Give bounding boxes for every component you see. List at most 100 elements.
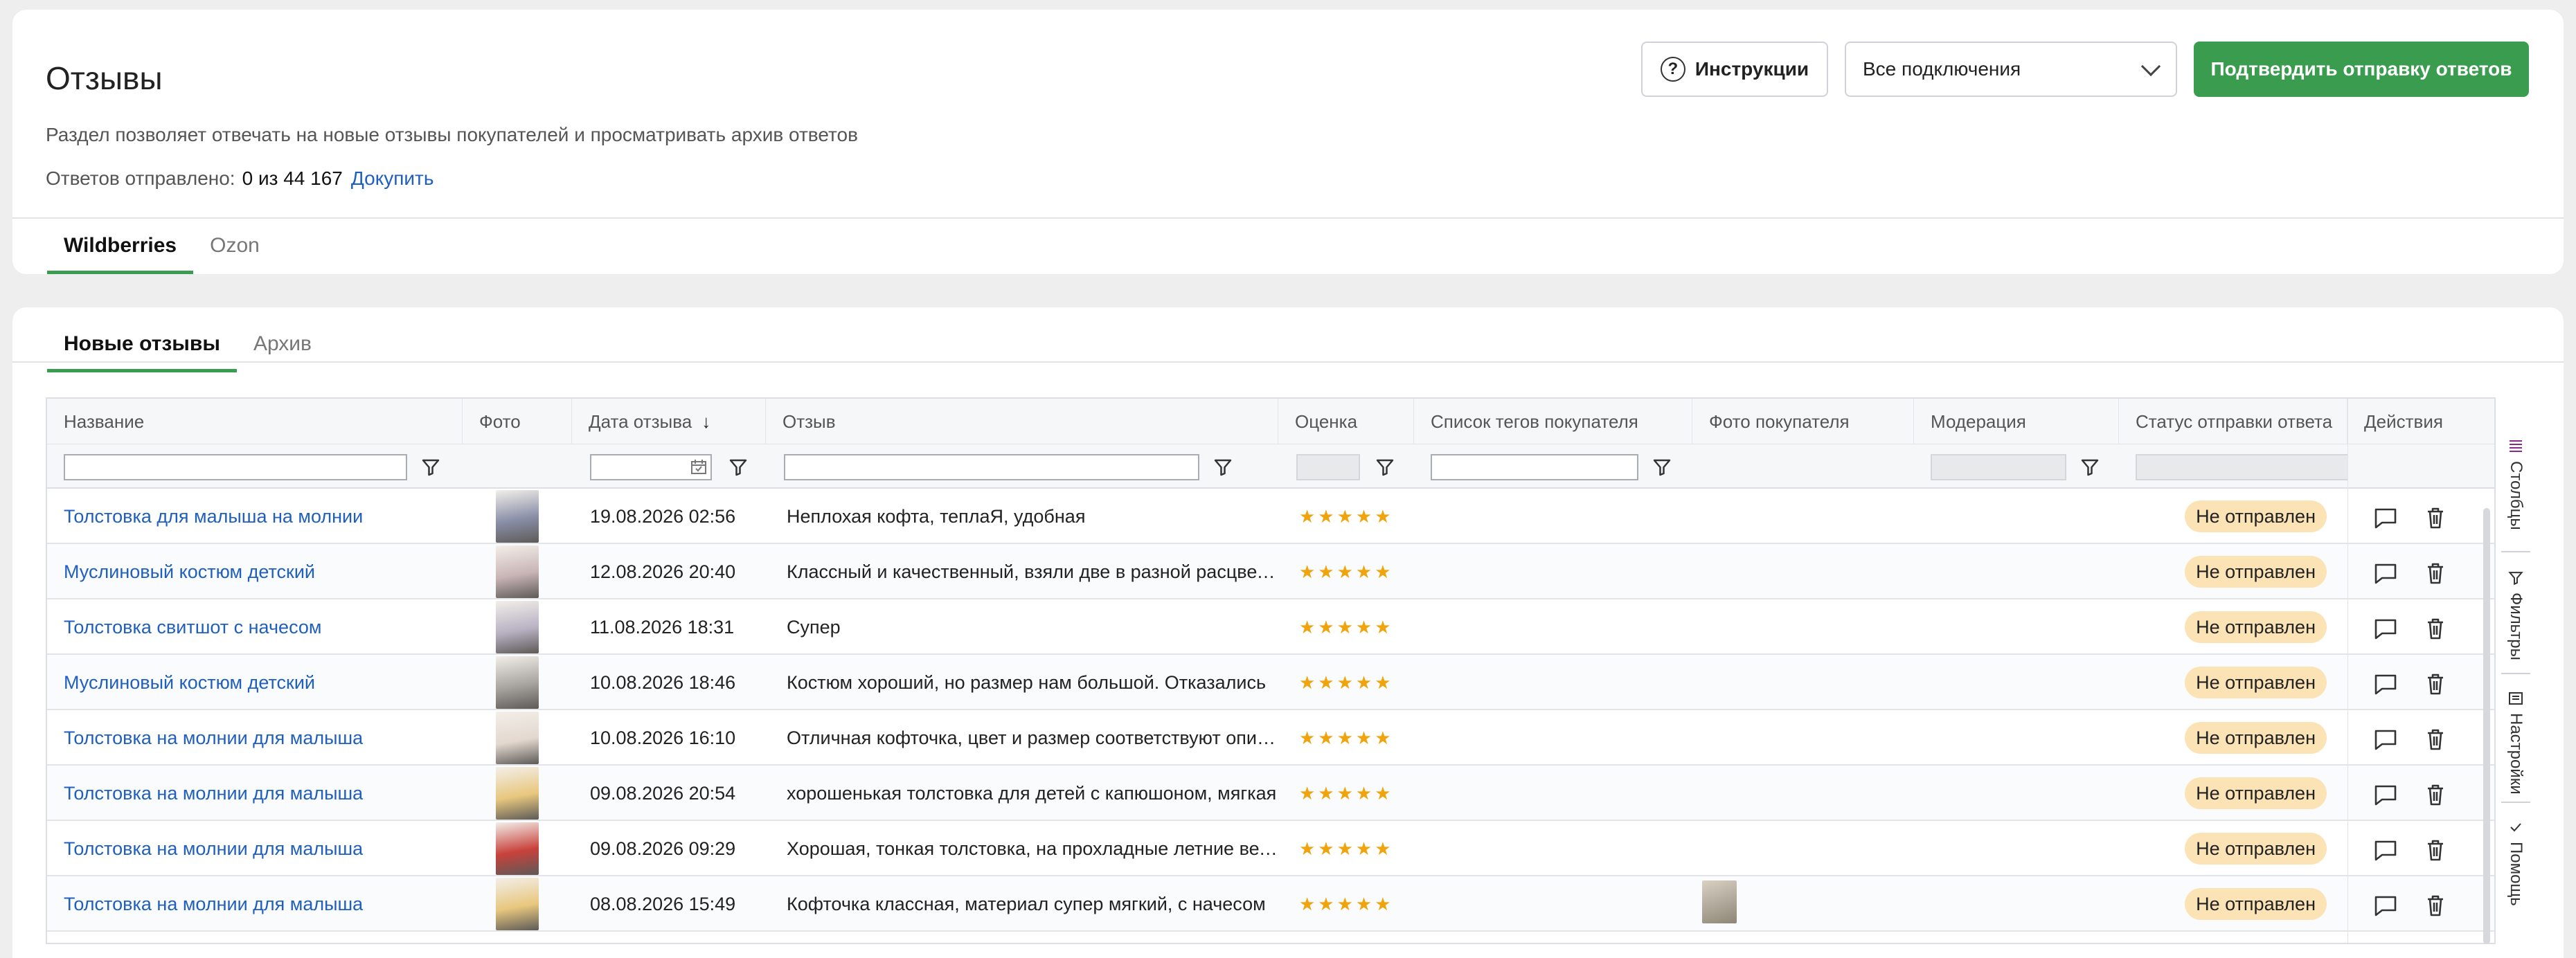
table-row[interactable]: Толстовка на молнии для малыша 09.08.202… [47, 766, 2510, 821]
instructions-button[interactable]: ? Инструкции [1641, 42, 1828, 97]
product-name-link[interactable]: Толстовка для малыша на молнии [64, 489, 451, 544]
status-cell: Не отправлен [2173, 655, 2327, 710]
product-name-link[interactable]: Толстовка на молнии для малыша [64, 876, 451, 932]
tags-filter-input[interactable] [1431, 454, 1638, 480]
product-name-link[interactable]: Толстовка на молнии для малыша [64, 766, 451, 821]
product-photo-thumbnail[interactable] [496, 712, 539, 764]
reply-comment-icon[interactable] [2372, 505, 2399, 530]
rating-stars: ★★★★★ [1299, 727, 1394, 748]
marketplace-tabs: Wildberries Ozon [47, 217, 276, 274]
review-text[interactable]: Кофточка классная, материал супер мягкий… [787, 876, 1278, 932]
actions-cell [2353, 710, 2464, 766]
review-filter-input[interactable] [784, 454, 1199, 480]
column-header-moderation[interactable]: Модерация [1914, 399, 2119, 444]
reply-comment-icon[interactable] [2372, 671, 2399, 696]
product-photo-thumbnail[interactable] [496, 490, 539, 543]
delete-trash-icon[interactable] [2422, 893, 2449, 918]
column-header-tags[interactable]: Список тегов покупателя [1414, 399, 1692, 444]
table-row[interactable]: Толстовка на молнии для малыша 08.08.202… [47, 876, 2510, 932]
product-name-link[interactable]: Толстовка на молнии для малыша [64, 710, 451, 766]
column-header-review[interactable]: Отзыв [766, 399, 1278, 444]
product-photo-thumbnail[interactable] [496, 767, 539, 820]
table-row[interactable]: Муслиновый костюм детский 12.08.2026 20:… [47, 544, 2510, 599]
tab-wildberries[interactable]: Wildberries [47, 217, 194, 274]
product-photo-thumbnail[interactable] [496, 656, 539, 709]
product-name-link[interactable]: Муслиновый костюм детский [64, 544, 451, 599]
moderation-filter-input[interactable] [1931, 454, 2066, 480]
buy-more-link[interactable]: Докупить [351, 168, 434, 189]
column-header-rating[interactable]: Оценка [1278, 399, 1414, 444]
side-panel-columns[interactable]: Столбцы [2496, 439, 2536, 530]
column-header-status[interactable]: Статус отправки ответа [2119, 399, 2347, 444]
status-filter-input[interactable] [2136, 454, 2347, 480]
tab-ozon[interactable]: Ozon [193, 217, 276, 274]
tab-archive[interactable]: Архив [237, 316, 328, 372]
calendar-icon[interactable] [690, 458, 708, 476]
delete-trash-icon[interactable] [2422, 616, 2449, 641]
product-name-link[interactable]: Толстовка на молнии для малыша [64, 821, 451, 876]
tab-new-reviews[interactable]: Новые отзывы [47, 316, 237, 372]
buyer-photo-thumbnail[interactable] [1702, 880, 1737, 923]
connections-select[interactable]: Все подключения [1845, 42, 2177, 97]
product-name-link[interactable]: Толстовка свитшот с начесом [64, 599, 451, 655]
table-row[interactable]: Толстовка на молнии для малыша 09.08.202… [47, 821, 2510, 876]
delete-trash-icon[interactable] [2422, 671, 2449, 696]
product-photo-thumbnail[interactable] [496, 601, 539, 653]
review-text[interactable]: Хорошая, тонкая толстовка, на прохладные… [787, 821, 1278, 876]
table-row[interactable]: Муслиновый костюм детский 10.08.2026 18:… [47, 655, 2510, 710]
product-photo-thumbnail[interactable] [496, 822, 539, 875]
reply-comment-icon[interactable] [2372, 782, 2399, 807]
side-panel-settings-label: Настройки [2507, 713, 2525, 795]
side-panel-help[interactable]: Помощь [2496, 820, 2536, 906]
column-header-buyer-photo[interactable]: Фото покупателя [1692, 399, 1914, 444]
column-divider [2347, 399, 2348, 943]
status-cell: Не отправлен [2173, 710, 2327, 766]
review-text[interactable]: Неплохая кофта, теплаЯ, удобная [787, 489, 1278, 544]
filter-funnel-icon[interactable] [1375, 458, 1395, 476]
review-date: 19.08.2026 02:56 [590, 506, 736, 527]
reply-comment-icon[interactable] [2372, 838, 2399, 862]
filter-funnel-icon[interactable] [421, 458, 440, 476]
status-badge: Не отправлен [2185, 833, 2327, 865]
table-row[interactable]: Толстовка свитшот с начесом 11.08.2026 1… [47, 599, 2510, 655]
filter-funnel-icon[interactable] [728, 458, 748, 476]
delete-trash-icon[interactable] [2422, 561, 2449, 586]
column-header-name[interactable]: Название [47, 399, 463, 444]
column-header-date[interactable]: Дата отзыва ↓ [572, 399, 766, 444]
filter-funnel-icon[interactable] [2080, 458, 2100, 476]
product-photo-thumbnail[interactable] [496, 545, 539, 598]
rating-filter-input[interactable] [1296, 454, 1360, 480]
review-text[interactable]: Супер [787, 599, 1278, 655]
product-photo-thumbnail[interactable] [496, 878, 539, 930]
help-circle-icon: ? [1660, 57, 1685, 82]
vertical-scrollbar[interactable] [2483, 508, 2490, 944]
reply-comment-icon[interactable] [2372, 893, 2399, 918]
side-panel-settings[interactable]: Настройки [2496, 691, 2536, 795]
review-text[interactable]: Костюм хороший, но размер нам большой. О… [787, 655, 1278, 710]
table-row[interactable]: Толстовка для малыша на молнии 19.08.202… [47, 489, 2510, 544]
columns-icon [2510, 440, 2522, 452]
actions-cell [2353, 599, 2464, 655]
filter-funnel-icon[interactable] [1213, 458, 1233, 476]
sent-label: Ответов отправлено: [46, 168, 235, 189]
product-name-link[interactable]: Муслиновый костюм детский [64, 655, 451, 710]
confirm-send-button[interactable]: Подтвердить отправку ответов [2194, 42, 2529, 97]
name-filter-input[interactable] [64, 454, 407, 480]
delete-trash-icon[interactable] [2422, 838, 2449, 862]
filter-funnel-icon[interactable] [1652, 458, 1672, 476]
review-text[interactable]: Отличная кофточка, цвет и размер соответ… [787, 710, 1278, 766]
table-row[interactable]: Толстовка на молнии для малыша 10.08.202… [47, 710, 2510, 766]
date-filter-input[interactable] [590, 454, 712, 480]
review-text[interactable]: Классный и качественный, взяли две в раз… [787, 544, 1278, 599]
delete-trash-icon[interactable] [2422, 727, 2449, 752]
delete-trash-icon[interactable] [2422, 505, 2449, 530]
review-text[interactable]: хорошенькая толстовка для детей с капюшо… [787, 766, 1278, 821]
reply-comment-icon[interactable] [2372, 616, 2399, 641]
reply-comment-icon[interactable] [2372, 727, 2399, 752]
reply-comment-icon[interactable] [2372, 561, 2399, 586]
side-panel-filters-label: Фильтры [2507, 593, 2525, 660]
side-panel-filters[interactable]: Фильтры [2496, 570, 2536, 660]
status-cell: Не отправлен [2173, 599, 2327, 655]
delete-trash-icon[interactable] [2422, 782, 2449, 807]
column-header-photo[interactable]: Фото [463, 399, 572, 444]
